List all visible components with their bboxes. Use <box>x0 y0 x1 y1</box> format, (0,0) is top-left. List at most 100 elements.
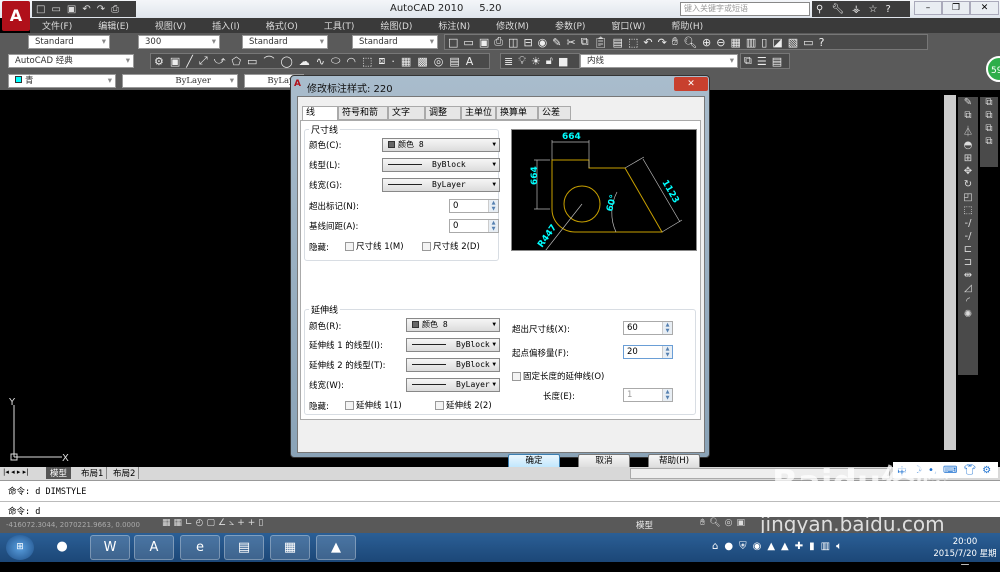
rotate-icon[interactable]: ↻ <box>964 179 972 190</box>
help-icon[interactable]: ? <box>819 36 825 49</box>
dimline-linetype-select[interactable]: ByBlock <box>382 158 500 172</box>
zoom-window-icon[interactable]: ⊕ <box>702 36 711 49</box>
settings-icon[interactable]: ⚙ <box>154 55 164 68</box>
calculator-icon[interactable]: ▭ <box>803 36 813 49</box>
menu-dimension[interactable]: 标注(N) <box>438 19 470 32</box>
grid-icon[interactable]: ▦ <box>174 518 183 528</box>
taskbar-app-word[interactable]: W <box>90 535 130 560</box>
pan-icon[interactable]: ✋︎ <box>700 518 705 528</box>
mirror-icon[interactable]: ⏃ <box>963 123 973 138</box>
markup-icon[interactable]: ▧ <box>788 36 798 49</box>
mtext-icon[interactable]: A <box>466 55 474 68</box>
tool-palettes-icon[interactable]: ▯ <box>761 36 767 49</box>
taskbar-app-image[interactable]: ▲ <box>316 535 356 560</box>
etransmit-icon[interactable]: ✎ <box>552 36 561 49</box>
line-icon[interactable]: ╱ <box>186 55 193 68</box>
menu-insert[interactable]: 插入(I) <box>212 19 240 32</box>
checkbox-box[interactable] <box>345 400 354 410</box>
workspace-icon[interactable]: ▣ <box>170 55 180 68</box>
revcloud-icon[interactable]: ☁︎ <box>299 55 310 68</box>
rectangle-icon[interactable]: ▭ <box>247 55 257 68</box>
hatch-icon[interactable]: ▦ <box>401 55 411 68</box>
sun-icon[interactable]: ☀ <box>531 55 541 68</box>
copy-icon[interactable]: ⧉ <box>581 35 589 49</box>
polyline-icon[interactable]: ⤻ <box>214 54 226 68</box>
chamfer-icon[interactable]: ◿ <box>964 283 972 294</box>
extend-ticks-spinner[interactable]: 0 ▲ ▼ <box>449 199 499 213</box>
tab-model[interactable]: 模型 <box>46 467 72 479</box>
zoom-realtime-icon[interactable]: 🔍︎ <box>683 36 697 49</box>
steering-wheel-icon[interactable]: ◎ <box>725 518 733 528</box>
redo-icon[interactable]: ↷ <box>97 4 105 15</box>
tab-fit[interactable]: 调整 <box>425 106 461 120</box>
bring-above-icon[interactable]: ⧉ <box>985 123 992 134</box>
checkbox-box[interactable] <box>512 371 521 381</box>
command-input[interactable]: 命令: d <box>8 505 40 517</box>
menu-tools[interactable]: 工具(T) <box>324 19 355 32</box>
layer-select[interactable]: 内线 <box>580 54 738 68</box>
tray-icon[interactable]: ✚ <box>795 541 803 552</box>
offset-origin-spinner[interactable]: 20 ▲ ▼ <box>623 345 673 359</box>
settings-icon[interactable]: ⚙ <box>982 465 991 476</box>
stretch-icon[interactable]: ⬚ <box>963 205 972 216</box>
join-icon[interactable]: ⇹ <box>964 270 972 281</box>
tab-primary-units[interactable]: 主单位 <box>461 106 496 120</box>
tray-icon[interactable]: ⌂ <box>712 541 718 552</box>
ext2-linetype-select[interactable]: ByBlock <box>406 358 500 372</box>
help-search-input[interactable]: 键入关键字或短语 <box>680 2 810 16</box>
linetype-select[interactable]: ByLayer <box>122 74 238 88</box>
fillet-icon[interactable]: ◜ <box>966 296 970 307</box>
circle-icon[interactable]: ◯ <box>280 55 292 68</box>
lock-icon[interactable]: 🔓︎ <box>546 54 553 68</box>
move-icon[interactable]: ✥ <box>964 166 972 177</box>
extend-icon[interactable]: -/ <box>965 231 972 242</box>
open-icon[interactable]: ▭ <box>51 4 60 15</box>
gradient-icon[interactable]: ▩ <box>417 55 427 68</box>
polygon-icon[interactable]: ⬠ <box>231 55 241 68</box>
tray-icon[interactable]: ▮ <box>809 541 815 552</box>
dimline-lineweight-select[interactable]: ByLayer <box>382 178 500 192</box>
paste-icon[interactable]: 📋︎ <box>594 36 608 49</box>
star-icon[interactable]: ☆ <box>869 4 878 15</box>
tray-icon[interactable]: ◉ <box>753 541 762 552</box>
point-icon[interactable]: · <box>391 55 395 68</box>
extline-color-select[interactable]: 颜色 8 <box>406 318 500 332</box>
explode-icon[interactable]: ✺ <box>964 309 972 320</box>
checkbox-box[interactable] <box>345 241 354 251</box>
table-icon[interactable]: ▤ <box>449 55 459 68</box>
taskbar-app-explorer[interactable]: ▤ <box>224 535 264 560</box>
wrench-icon[interactable]: 🔧︎ <box>831 4 844 15</box>
match-icon[interactable]: ▤ <box>613 36 623 49</box>
layer-previous-icon[interactable]: ☰ <box>757 55 767 68</box>
ortho-icon[interactable]: ∟ <box>185 518 193 528</box>
pan-icon[interactable]: ✋︎ <box>672 35 678 49</box>
send-back-icon[interactable]: ⧉ <box>985 110 992 121</box>
tray-icon[interactable]: ▲ <box>767 541 775 552</box>
menu-edit[interactable]: 编辑(E) <box>98 19 129 32</box>
spinner-arrows[interactable]: ▲ ▼ <box>488 220 498 232</box>
undo-icon[interactable]: ↶ <box>82 4 90 15</box>
save-icon[interactable]: ▣ <box>479 36 489 49</box>
start-button[interactable]: ⊞ <box>6 535 34 560</box>
volume-icon[interactable]: 🔈︎ <box>836 541 842 552</box>
plot-icon[interactable]: ⎙ <box>494 35 503 49</box>
construction-line-icon[interactable]: ⤢ <box>199 54 208 68</box>
region-icon[interactable]: ◎ <box>434 55 444 68</box>
text-style-select[interactable]: Standard <box>28 35 110 49</box>
cut-icon[interactable]: ✂ <box>566 36 575 49</box>
lwt-icon[interactable]: + <box>248 518 256 528</box>
dimline-color-select[interactable]: 颜色 8 <box>382 138 500 152</box>
send-under-icon[interactable]: ⧉ <box>985 136 992 147</box>
tab-tolerances[interactable]: 公差 <box>538 106 571 120</box>
menu-help[interactable]: 帮助(H) <box>671 19 703 32</box>
help-icon[interactable]: ? <box>886 4 891 15</box>
dyn-icon[interactable]: + <box>237 518 245 528</box>
trim-icon[interactable]: -/ <box>965 218 972 229</box>
clock[interactable]: 20:00 2015/7/20 星期一 <box>930 536 1000 572</box>
spinner-arrows[interactable]: ▲ ▼ <box>662 346 672 358</box>
length-spinner[interactable]: 1 ▲ ▼ <box>623 388 673 402</box>
suppress-ext2-checkbox[interactable]: 延伸线 2(2) <box>435 399 492 411</box>
color-select[interactable]: 青 <box>8 74 116 88</box>
checkbox-box[interactable] <box>422 241 431 251</box>
arc-icon[interactable]: ⌒ <box>263 53 274 69</box>
